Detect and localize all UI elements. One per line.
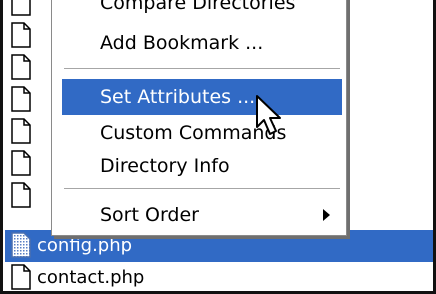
- menu-item-label: Compare Directories: [100, 0, 296, 14]
- menu-item-sort-order[interactable]: Sort Order: [62, 197, 342, 233]
- menu-item-label: Add Bookmark ...: [100, 32, 264, 54]
- menu-item-set-attributes[interactable]: Set Attributes ...: [62, 79, 342, 115]
- menu-item-add-bookmark[interactable]: Add Bookmark ...: [62, 25, 342, 61]
- document-icon: [11, 54, 31, 80]
- file-name: contact.php: [37, 267, 145, 288]
- mouse-pointer-icon: [256, 95, 281, 135]
- document-icon: [11, 86, 31, 112]
- menu-item-directory-info[interactable]: Directory Info: [62, 148, 342, 184]
- document-icon: [11, 150, 31, 176]
- document-icon: [11, 0, 31, 16]
- menu-separator: [64, 68, 340, 70]
- document-icon: [11, 22, 31, 48]
- chevron-right-icon: [323, 209, 330, 221]
- document-icon: [11, 182, 31, 208]
- context-menu: Compare Directories Add Bookmark ... Set…: [51, 0, 347, 236]
- menu-item-label: Set Attributes ...: [100, 86, 256, 108]
- file-row[interactable]: contact.php: [5, 262, 433, 291]
- menu-gutter: [52, 0, 62, 235]
- menu-separator: [64, 188, 340, 190]
- file-manager-window: config.php contact.php Compare Directori…: [0, 0, 436, 294]
- menu-item-custom-commands[interactable]: Custom Commands: [62, 115, 342, 151]
- document-icon: [11, 264, 31, 290]
- menu-item-label: Sort Order: [100, 204, 199, 226]
- document-icon: [11, 118, 31, 144]
- php-document-icon: [11, 232, 31, 258]
- menu-item-label: Directory Info: [100, 155, 230, 177]
